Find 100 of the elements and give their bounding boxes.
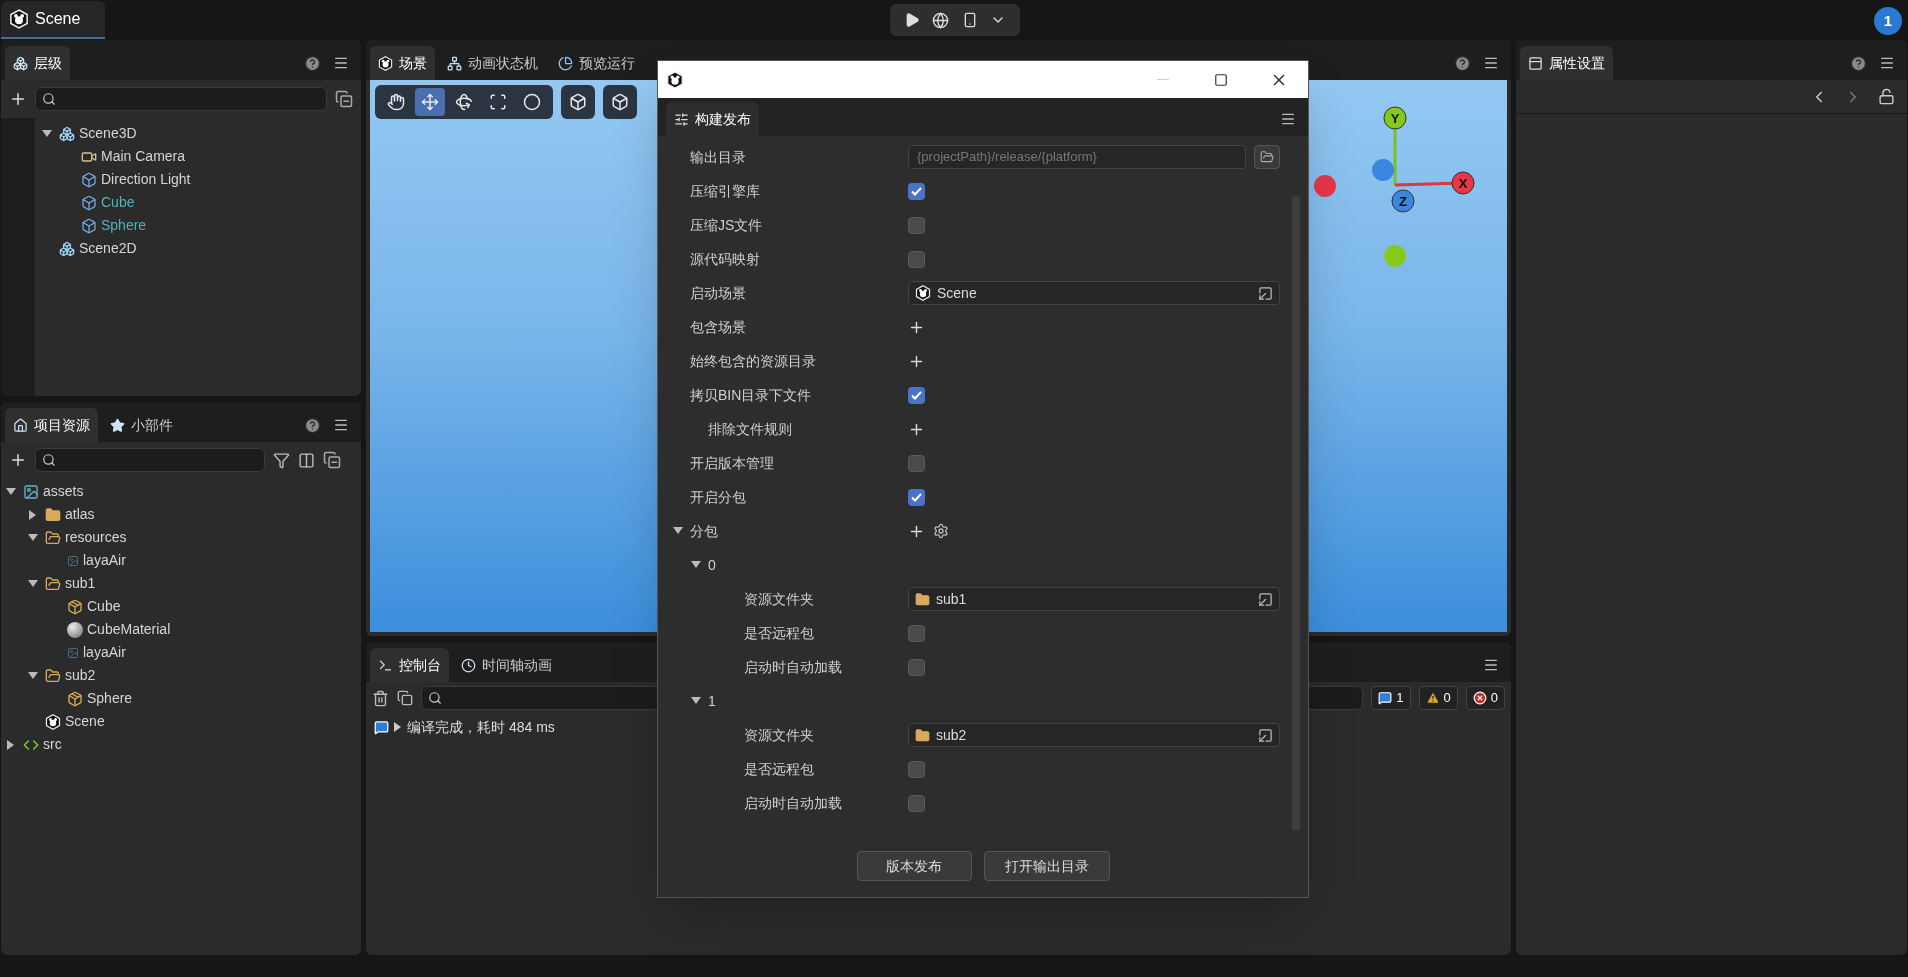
- checkbox[interactable]: [908, 624, 925, 642]
- log-count[interactable]: 0: [1418, 686, 1458, 710]
- expand-arrow-icon[interactable]: [42, 129, 52, 138]
- tree-item[interactable]: layaAir: [83, 642, 126, 663]
- folder-icon: [1260, 150, 1274, 164]
- pick-icon[interactable]: [1258, 591, 1273, 607]
- expand-arrow-icon[interactable]: [28, 671, 38, 680]
- tree-item[interactable]: sub2: [65, 665, 96, 686]
- dialog-tab[interactable]: 构建发布: [666, 102, 759, 136]
- menu-icon[interactable]: [1483, 657, 1499, 673]
- log-message[interactable]: 编译完成，耗时 484 ms: [407, 716, 555, 738]
- setting-label: 是否远程包: [743, 759, 814, 779]
- filter-icon[interactable]: [273, 451, 290, 469]
- expand-arrow-icon[interactable]: [691, 697, 701, 705]
- unlock-icon[interactable]: [1878, 88, 1895, 105]
- menu-icon[interactable]: [1483, 55, 1499, 71]
- expand-arrow-icon[interactable]: [28, 579, 38, 588]
- scene-file-tab[interactable]: Scene: [1, 1, 105, 39]
- expand-arrow-icon[interactable]: [6, 487, 16, 496]
- view-button[interactable]: [561, 85, 595, 119]
- expand-arrow-icon[interactable]: [28, 533, 38, 542]
- tree-item[interactable]: Scene: [65, 711, 105, 732]
- menu-icon[interactable]: [1879, 55, 1895, 71]
- tree-item[interactable]: src: [43, 734, 62, 755]
- checkbox[interactable]: [908, 250, 925, 268]
- expand-arrow-icon[interactable]: [394, 722, 402, 732]
- collapse-all-icon[interactable]: [335, 90, 353, 108]
- search-field[interactable]: [35, 87, 327, 111]
- tree-item[interactable]: layaAir: [83, 550, 126, 571]
- tree-item[interactable]: assets: [43, 481, 84, 502]
- asset-field[interactable]: sub1: [908, 587, 1280, 611]
- checkbox[interactable]: [908, 386, 925, 404]
- console-icon: [378, 657, 393, 673]
- menu-icon[interactable]: [333, 417, 349, 433]
- folder-button[interactable]: [1254, 145, 1280, 169]
- add-icon[interactable]: [9, 451, 27, 469]
- expand-arrow-icon[interactable]: [7, 739, 15, 750]
- graph-icon: [447, 55, 462, 71]
- expand-arrow-icon[interactable]: [673, 527, 683, 535]
- tree-item[interactable]: Scene3D: [79, 123, 137, 144]
- asset-field[interactable]: Scene: [908, 281, 1280, 305]
- panel-tab[interactable]: 属性设置: [1520, 46, 1613, 80]
- panel-tab[interactable]: 场景: [370, 46, 435, 80]
- panel-tab[interactable]: 控制台: [370, 648, 449, 682]
- globe-icon[interactable]: [932, 11, 950, 29]
- axis-gizmo-drawing[interactable]: Y Z X: [1295, 98, 1485, 278]
- folder-icon: [45, 506, 61, 523]
- checkbox[interactable]: [908, 454, 925, 472]
- dialog-button[interactable]: 打开输出目录: [983, 851, 1110, 881]
- folder-icon: [915, 727, 930, 743]
- help-icon[interactable]: [1850, 54, 1867, 72]
- setting-label: 排除文件规则: [707, 419, 792, 439]
- columns-icon[interactable]: [298, 451, 315, 469]
- collapse-all-icon[interactable]: [323, 451, 341, 469]
- menu-icon[interactable]: [333, 55, 349, 71]
- help-icon[interactable]: [304, 54, 321, 72]
- asset-field[interactable]: sub2: [908, 723, 1280, 747]
- setting-label: 启动时自动加载: [743, 657, 842, 677]
- panel-tab[interactable]: 项目资源: [5, 408, 98, 442]
- view-button[interactable]: [603, 85, 637, 119]
- log-count[interactable]: 1: [1371, 686, 1411, 710]
- checkbox[interactable]: [908, 760, 925, 778]
- help-icon[interactable]: [1454, 54, 1471, 72]
- tool-button[interactable]: [415, 88, 445, 116]
- tree-item[interactable]: atlas: [65, 504, 95, 525]
- expand-arrow-icon[interactable]: [691, 561, 701, 569]
- add-icon[interactable]: [9, 90, 27, 108]
- help-icon[interactable]: [304, 416, 321, 434]
- tree-item[interactable]: sub1: [65, 573, 96, 594]
- play-icon[interactable]: [904, 12, 921, 28]
- setting-label: 1: [707, 691, 716, 711]
- menu-icon[interactable]: [1280, 111, 1296, 127]
- tree-item[interactable]: Sphere: [87, 688, 133, 709]
- copy-icon[interactable]: [397, 690, 413, 706]
- dialog-button[interactable]: 版本发布: [856, 851, 972, 881]
- log-count[interactable]: 0: [1465, 686, 1505, 710]
- notification-badge[interactable]: 1: [1874, 7, 1902, 35]
- tree-item[interactable]: Scene2D: [79, 238, 137, 259]
- tree-item[interactable]: CubeMaterial: [87, 619, 171, 640]
- checkbox[interactable]: [908, 658, 925, 676]
- tree-item[interactable]: Direction Light: [101, 169, 191, 190]
- checkbox[interactable]: [908, 216, 925, 234]
- clear-icon[interactable]: [372, 689, 389, 707]
- setting-label: 压缩JS文件: [689, 215, 763, 235]
- checkbox[interactable]: [908, 182, 925, 200]
- scene-icon: [915, 285, 931, 301]
- pick-icon[interactable]: [1258, 285, 1273, 301]
- checkbox[interactable]: [908, 794, 925, 812]
- pick-icon[interactable]: [1258, 727, 1273, 743]
- cube-icon: [59, 240, 75, 257]
- tree-item[interactable]: Cube: [101, 192, 135, 213]
- checkbox[interactable]: [908, 488, 925, 506]
- panel-tab[interactable]: 层级: [5, 46, 70, 80]
- expand-arrow-icon[interactable]: [29, 509, 37, 520]
- search-field[interactable]: [35, 448, 265, 472]
- settings-icon[interactable]: [933, 523, 949, 539]
- tree-item[interactable]: Cube: [87, 596, 121, 617]
- tree-item[interactable]: Main Camera: [101, 146, 186, 167]
- tree-item[interactable]: Sphere: [101, 215, 147, 236]
- tree-item[interactable]: resources: [65, 527, 127, 548]
